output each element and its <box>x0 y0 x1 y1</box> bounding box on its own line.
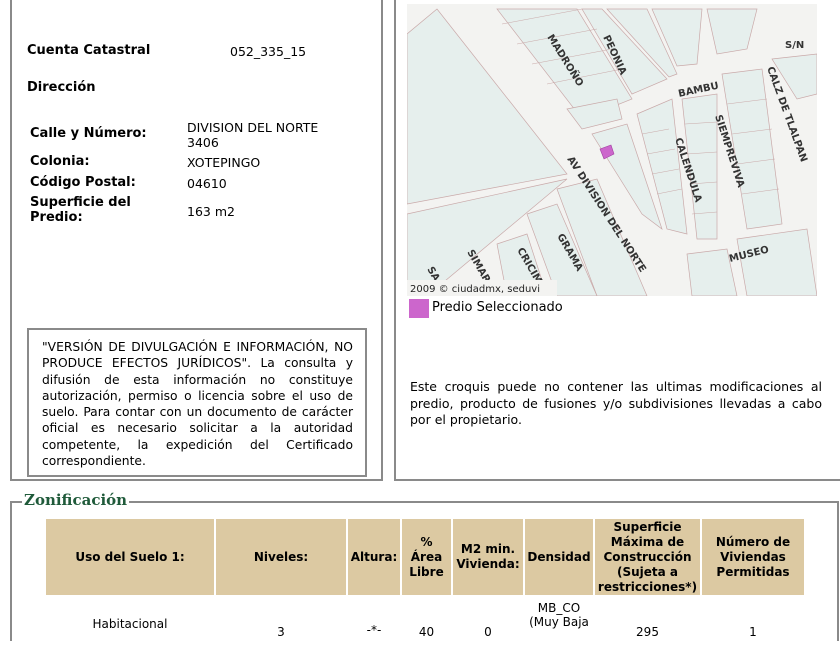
table-row: Habitacional 3 -*- 40 0 MB_CO (Muy Baja 2… <box>46 597 804 666</box>
header-m2-min: M2 min. Vivienda: <box>453 519 523 595</box>
calle-label: Calle y Número: <box>30 126 147 141</box>
header-superficie: Superficie Máxima de Construcción (Sujeta a… <box>595 519 700 595</box>
direccion-heading: Dirección <box>27 80 96 95</box>
cell-m2-min: 0 <box>484 625 492 639</box>
superficie-label-line1: Superficie del <box>30 195 131 210</box>
densidad-line: MB_CO <box>537 601 581 615</box>
map-note: Este croquis puede no contener las ultim… <box>410 379 822 427</box>
header-line: Libre <box>409 564 444 579</box>
colonia-label: Colonia: <box>30 154 90 169</box>
cell-altura: -*- <box>366 623 382 637</box>
header-line: (Sujeta a <box>616 564 679 579</box>
header-line: Máxima de <box>610 534 685 549</box>
calle-value-line: DIVISION DEL NORTE <box>187 120 319 135</box>
codigo-postal-label: Código Postal: <box>30 175 136 190</box>
header-line: Vivienda: <box>456 557 520 571</box>
calle-value: DIVISION DEL NORTE 3406 <box>187 120 318 150</box>
header-line: Número de <box>715 534 791 549</box>
cuenta-catastral-label: Cuenta Catastral <box>27 43 151 58</box>
header-line: Viviendas <box>720 549 786 564</box>
cell-area-libre: 40 <box>418 625 435 639</box>
cell-viviendas: 1 <box>749 625 757 639</box>
header-densidad: Densidad <box>525 519 593 595</box>
street-label: S/N <box>785 40 804 51</box>
map-copyright: 2009 © ciudadmx, seduvi <box>410 284 540 295</box>
header-viviendas: Número de Viviendas Permitidas <box>702 519 804 595</box>
selected-parcel-swatch <box>409 299 429 318</box>
map-legend-label: Predio Seleccionado <box>432 300 563 315</box>
header-line: Permitidas <box>716 564 790 579</box>
calle-number: 3406 <box>187 135 219 150</box>
header-line: M2 min. <box>460 542 516 556</box>
header-line: restricciones*) <box>597 579 698 594</box>
header-niveles: Niveles: <box>216 519 346 595</box>
densidad-line: (Muy Baja <box>529 615 589 629</box>
header-uso: Uso del Suelo 1: <box>46 519 214 595</box>
location-map[interactable]: MADROÑO PEONIA S/N BAMBU CALZ DE TLALPAN… <box>407 4 817 296</box>
codigo-postal-value: 04610 <box>187 176 227 191</box>
header-altura: Altura: <box>348 519 400 595</box>
cuenta-catastral-value: 052_335_15 <box>230 44 307 59</box>
header-line: Construcción <box>603 549 692 564</box>
disclaimer-box: "VERSIÓN DE DIVULGACIÓN E INFORMACIÓN, N… <box>27 328 367 477</box>
cell-densidad: MB_CO (Muy Baja <box>525 597 593 666</box>
zonificacion-title: Zonificación <box>22 491 130 509</box>
header-line: Superficie <box>613 519 682 534</box>
header-line: Área <box>410 549 443 564</box>
cell-uso: Habitacional <box>92 617 168 631</box>
superficie-label-line2: Predio: <box>30 210 83 225</box>
cell-superficie: 295 <box>636 625 659 639</box>
header-line: % <box>420 534 433 549</box>
table-header-row: Uso del Suelo 1: Niveles: Altura: % Área L… <box>46 519 804 595</box>
colonia-value: XOTEPINGO <box>187 155 261 170</box>
zonificacion-table: Uso del Suelo 1: Niveles: Altura: % Área L… <box>44 517 806 668</box>
superficie-label: Superficie del Predio: <box>30 195 131 225</box>
superficie-value: 163 m2 <box>187 204 235 219</box>
header-area-libre: % Área Libre <box>402 519 451 595</box>
cell-niveles: 3 <box>277 625 285 639</box>
